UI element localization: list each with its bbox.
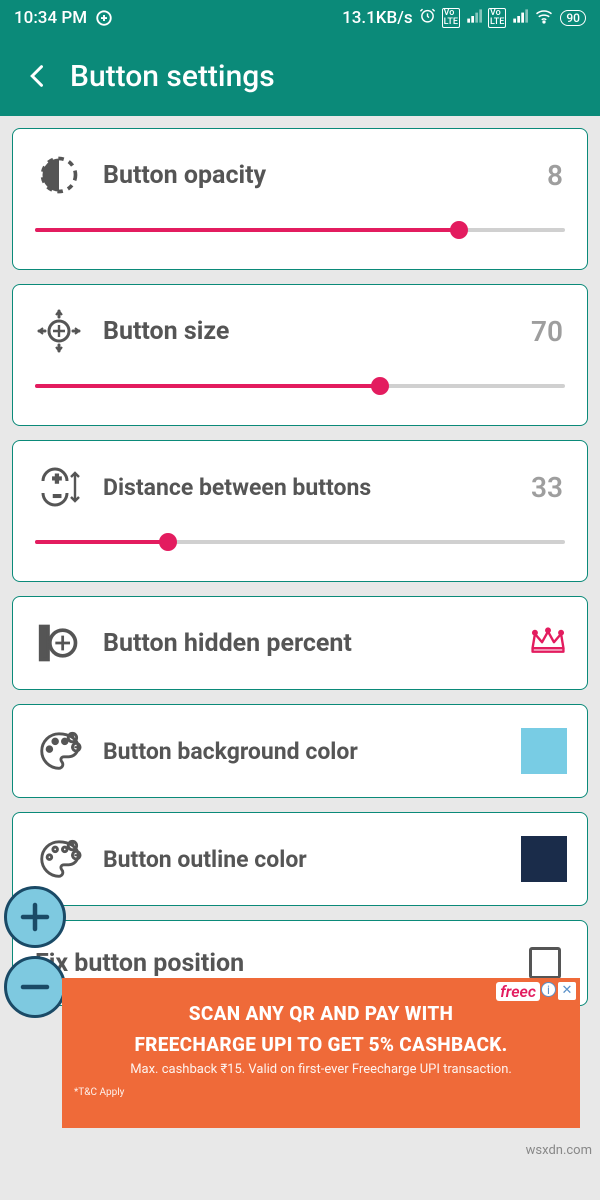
size-slider[interactable] — [35, 377, 565, 395]
fix-position-label: Fix button position — [35, 949, 529, 978]
setting-distance[interactable]: +− Distance between buttons 33 — [12, 440, 588, 582]
bg-color-label: Button background color — [103, 738, 521, 765]
distance-slider[interactable] — [35, 533, 565, 551]
hidden-label: Button hidden percent — [103, 629, 529, 658]
volte-icon-2: VoLTE — [488, 8, 506, 28]
page-title: Button settings — [70, 59, 275, 94]
opacity-label: Button opacity — [103, 161, 547, 190]
status-left: 10:34 PM — [14, 8, 113, 28]
title-bar: Button settings — [0, 36, 600, 116]
outline-color-label: Button outline color — [103, 846, 521, 873]
ad-banner[interactable]: freec i ✕ SCAN ANY QR AND PAY WITH FREEC… — [62, 978, 580, 1128]
hidden-icon — [33, 617, 85, 669]
plus-circle-icon — [95, 9, 113, 27]
svg-text:−: − — [53, 489, 61, 505]
distance-label: Distance between buttons — [103, 474, 531, 501]
back-button[interactable] — [10, 48, 66, 104]
ad-info-icon[interactable]: i — [541, 982, 556, 997]
ad-brand-label: freec — [496, 982, 540, 1001]
fix-position-checkbox[interactable] — [529, 947, 561, 979]
setting-opacity[interactable]: Button opacity 8 — [12, 128, 588, 270]
setting-outline-color[interactable]: Button outline color — [12, 812, 588, 906]
size-label: Button size — [103, 317, 531, 346]
floating-plus-button[interactable] — [4, 886, 66, 948]
outline-color-swatch[interactable] — [521, 836, 567, 882]
size-value: 70 — [531, 315, 563, 348]
ad-subtext: Max. cashback ₹15. Valid on first-ever F… — [74, 1062, 568, 1077]
battery-icon: 90 — [560, 10, 586, 26]
opacity-value: 8 — [547, 159, 563, 192]
crown-icon — [529, 626, 567, 660]
settings-content: Button opacity 8 Button size 70 +− — [0, 116, 600, 1032]
distance-value: 33 — [531, 471, 563, 504]
palette-outline-icon — [33, 833, 85, 885]
distance-icon: +− — [33, 461, 85, 513]
signal-icon-2 — [512, 8, 528, 29]
status-time: 10:34 PM — [14, 8, 87, 28]
wifi-icon — [534, 7, 554, 30]
setting-size[interactable]: Button size 70 — [12, 284, 588, 426]
bg-color-swatch[interactable] — [521, 728, 567, 774]
ad-close-button[interactable]: ✕ — [558, 982, 576, 1000]
volte-icon: VoLTE — [442, 8, 460, 28]
setting-bg-color[interactable]: Button background color — [12, 704, 588, 798]
status-bar: 10:34 PM 13.1KB/s VoLTE VoLTE 90 — [0, 0, 600, 36]
opacity-icon — [33, 149, 85, 201]
palette-icon — [33, 725, 85, 777]
ad-headline-2: FREECHARGE UPI TO GET 5% CASHBACK. — [74, 1033, 568, 1056]
size-icon — [33, 305, 85, 357]
setting-hidden-percent[interactable]: Button hidden percent — [12, 596, 588, 690]
ad-headline-1: SCAN ANY QR AND PAY WITH — [74, 1002, 568, 1025]
watermark: wsxdn.com — [526, 1143, 592, 1158]
opacity-slider[interactable] — [35, 221, 565, 239]
status-right: 13.1KB/s VoLTE VoLTE 90 — [342, 7, 586, 30]
floating-minus-button[interactable] — [4, 956, 66, 1018]
svg-text:+: + — [53, 471, 61, 487]
signal-icon — [466, 8, 482, 29]
net-speed: 13.1KB/s — [342, 8, 413, 28]
ad-terms: *T&C Apply — [74, 1087, 568, 1098]
alarm-icon — [419, 7, 436, 29]
